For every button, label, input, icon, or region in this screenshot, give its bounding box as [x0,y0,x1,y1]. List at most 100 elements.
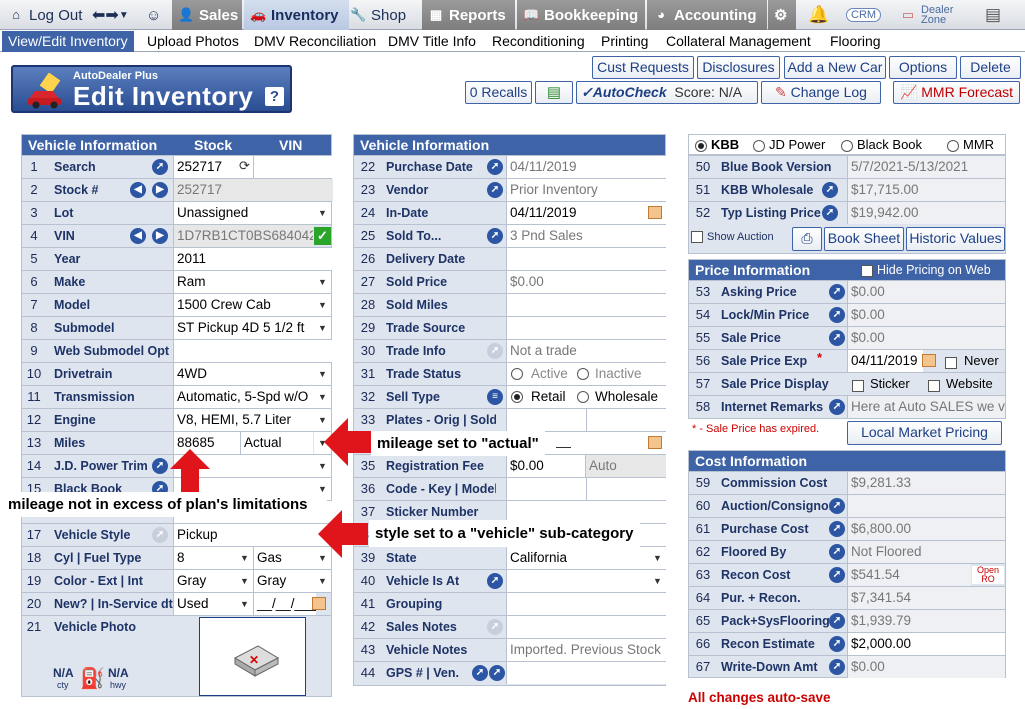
prev-icon[interactable]: ◀ [130,228,146,244]
gear-icon[interactable]: ⚙ [768,0,796,30]
crm-link[interactable]: CRM [846,0,884,30]
tab-sales[interactable]: 👤 Sales [172,0,242,30]
calendar-icon[interactable] [648,206,662,219]
radio-option-2[interactable] [577,386,593,408]
field-input[interactable]: Gray [173,570,238,592]
hide-pricing-checkbox[interactable]: Hide Pricing on Web [861,260,991,280]
prev-icon[interactable]: ◀ [130,182,146,198]
cust-requests-button[interactable]: Cust Requests [592,56,694,79]
book-sheet-button[interactable]: Book Sheet [824,227,904,251]
field-input-2[interactable]: __/__/____ [253,593,316,615]
website-checkbox[interactable] [928,377,944,392]
dealer-zone-link[interactable]: ▭ Dealer Zone [900,0,970,30]
blackbook-radio[interactable]: Black Book [841,135,922,155]
export-icon[interactable]: ▤ [535,81,573,104]
field-value[interactable]: $1,939.79 [847,610,1005,632]
field-input[interactable]: Not a trade [506,340,666,362]
local-market-pricing-button[interactable]: Local Market Pricing [847,421,1002,445]
field-input[interactable] [506,662,666,684]
chevron-down-icon[interactable]: ▼ [236,570,253,592]
go-arrow-icon[interactable]: ➚ [487,619,503,635]
subnav-reconditioning[interactable]: Reconditioning [492,31,585,52]
calendar-icon[interactable] [922,354,936,367]
go-arrow-icon[interactable]: ➚ [829,613,845,629]
subnav-upload-photos[interactable]: Upload Photos [147,31,239,52]
field-input[interactable]: 04/11/2019 [506,202,666,224]
help-icon[interactable]: ? [265,87,284,106]
back-arrow-icon[interactable]: ⬅ [92,5,105,25]
go-arrow-icon[interactable]: ➚ [829,636,845,652]
chevron-down-icon[interactable]: ▼ [649,570,666,592]
field-value[interactable]: $7,341.54 [847,587,1005,609]
go-arrow-icon[interactable]: ➚ [829,498,845,514]
go-arrow-icon[interactable]: ➚ [152,159,168,175]
field-input-2[interactable]: Gas [253,547,316,569]
field-value[interactable]: $17,715.00 [847,179,1005,201]
vehicle-photo-placeholder[interactable]: ✕ [199,617,306,696]
chevron-down-icon[interactable]: ▼ [314,271,331,293]
chevron-down-icon[interactable]: ▼ [314,570,331,592]
next-icon[interactable]: ▶ [152,182,168,198]
field-input-2[interactable]: Gray [253,570,316,592]
go-arrow-icon[interactable]: ➚ [829,284,845,300]
field-input[interactable] [506,248,666,270]
field-input[interactable]: 3 Pnd Sales [506,225,666,247]
field-value[interactable]: Here at Auto SALES we v [847,396,1005,418]
chevron-down-icon[interactable]: ▼ [314,386,331,408]
field-input[interactable]: 1D7RB1CT0BS684042 [173,225,313,247]
chevron-down-icon[interactable]: ▼ [314,294,331,316]
subnav-dmv-title-info[interactable]: DMV Title Info [388,31,476,52]
field-input[interactable] [506,616,666,638]
kbb-radio[interactable]: KBB [695,135,739,155]
field-value[interactable]: $0.00 [847,327,1005,349]
go-arrow-icon[interactable]: ➚ [487,159,503,175]
go-arrow-icon[interactable]: ➚ [487,228,503,244]
field-input[interactable]: 1500 Crew Cab [173,294,314,316]
show-auction-checkbox[interactable]: Show Auction [691,231,774,244]
field-value[interactable]: $0.00 [847,656,1005,678]
subnav-flooring[interactable]: Flooring [830,31,881,52]
tab-bookkeeping[interactable]: 📖 Bookkeeping [517,0,645,30]
field-input[interactable]: Unassigned [173,202,314,224]
mmr-radio[interactable]: MMR [947,135,994,155]
field-input[interactable]: California [506,547,649,569]
go-arrow-icon[interactable]: ➚ [829,330,845,346]
chevron-down-icon[interactable]: ▼ [236,593,253,615]
field-input[interactable]: Prior Inventory [506,179,666,201]
go-arrow-icon[interactable]: ➚ [487,573,503,589]
never-checkbox[interactable] [945,354,961,369]
field-input[interactable]: 04/11/2019 [506,156,666,178]
options-button[interactable]: Options [889,56,957,79]
tab-reports[interactable]: ▦ Reports [422,0,515,30]
field-input[interactable]: Automatic, 5-Spd w/O [173,386,314,408]
calendar-icon[interactable] [648,436,662,449]
field-input[interactable] [506,593,666,615]
subnav-collateral-management[interactable]: Collateral Management [666,31,811,52]
chevron-down-icon[interactable]: ▼ [649,547,666,569]
field-input[interactable]: Pickup [173,524,314,546]
go-arrow-icon[interactable]: ➚ [152,527,168,543]
list-icon[interactable]: ≡ [487,389,503,405]
forward-arrow-icon[interactable]: ➡ [105,5,118,25]
go-arrow-icon[interactable]: ➚ [472,665,488,681]
jdpower-radio[interactable]: JD Power [753,135,825,155]
subnav-printing[interactable]: Printing [601,31,648,52]
field-input[interactable]: 2011 [173,248,333,270]
field-input[interactable] [506,478,586,500]
field-value[interactable]: Not Floored [847,541,1005,563]
next-icon[interactable]: ▶ [152,228,168,244]
go-arrow-icon[interactable]: ➚ [822,182,838,198]
subnav-dmv-reconciliation[interactable]: DMV Reconciliation [254,31,376,52]
field-input[interactable] [506,570,649,592]
field-input[interactable] [173,340,333,362]
field-value[interactable]: $6,800.00 [847,518,1005,540]
field-input[interactable]: 4WD [173,363,314,385]
go-arrow-icon[interactable]: ➚ [829,399,845,415]
field-input[interactable]: Used [173,593,238,615]
registration-fee-input[interactable]: $0.00 [506,455,585,477]
radio-option-2[interactable] [577,363,593,385]
bell-icon[interactable]: 🔔 [808,0,832,30]
recon-estimate-input[interactable]: $2,000.00 [847,633,1005,655]
field-value[interactable]: $541.54 [847,564,971,586]
vin-search-input[interactable] [253,156,333,178]
